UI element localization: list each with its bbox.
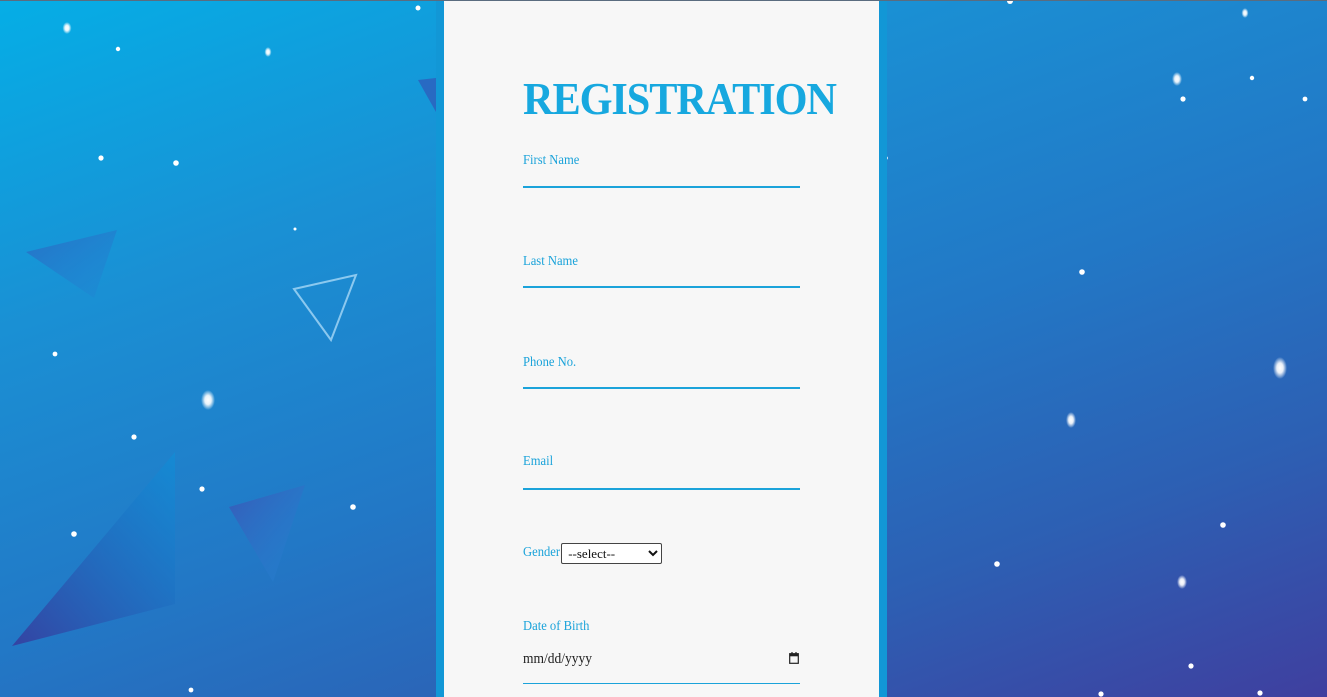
registration-form: REGISTRATION First Name Last Name Phone … bbox=[444, 0, 879, 697]
first-name-label: First Name bbox=[523, 153, 580, 168]
date-of-birth-input[interactable]: mm/dd/yyyy bbox=[523, 649, 800, 671]
last-name-label: Last Name bbox=[523, 254, 578, 269]
triangle-shape bbox=[229, 485, 305, 582]
date-of-birth-value: mm/dd/yyyy bbox=[523, 651, 593, 667]
last-name-field[interactable]: Last Name bbox=[523, 254, 800, 290]
star-dots bbox=[884, 0, 1308, 697]
gender-field: Gender --select-- bbox=[523, 542, 663, 564]
gender-select[interactable]: --select-- bbox=[561, 542, 663, 564]
date-of-birth-label: Date of Birth bbox=[523, 619, 590, 634]
phone-field[interactable]: Phone No. bbox=[523, 355, 800, 391]
triangle-outline-shape bbox=[292, 273, 358, 343]
phone-input-underline[interactable] bbox=[523, 387, 800, 389]
email-label: Email bbox=[523, 454, 554, 469]
triangle-shape bbox=[26, 230, 117, 298]
gender-label: Gender bbox=[523, 545, 561, 560]
date-of-birth-field: Date of Birth mm/dd/yyyy bbox=[523, 619, 800, 689]
triangle-shape bbox=[12, 452, 175, 646]
date-of-birth-underline bbox=[523, 683, 800, 684]
window-top-border bbox=[0, 0, 1327, 1]
email-field[interactable]: Email bbox=[523, 454, 800, 491]
form-title: REGISTRATION bbox=[523, 73, 837, 124]
first-name-field[interactable]: First Name bbox=[523, 153, 800, 189]
last-name-input-underline[interactable] bbox=[523, 286, 800, 288]
triangle-shape bbox=[418, 78, 436, 112]
phone-label: Phone No. bbox=[523, 355, 577, 370]
email-input-underline[interactable] bbox=[523, 488, 800, 490]
calendar-icon[interactable] bbox=[789, 652, 799, 664]
first-name-input-underline[interactable] bbox=[523, 186, 800, 188]
